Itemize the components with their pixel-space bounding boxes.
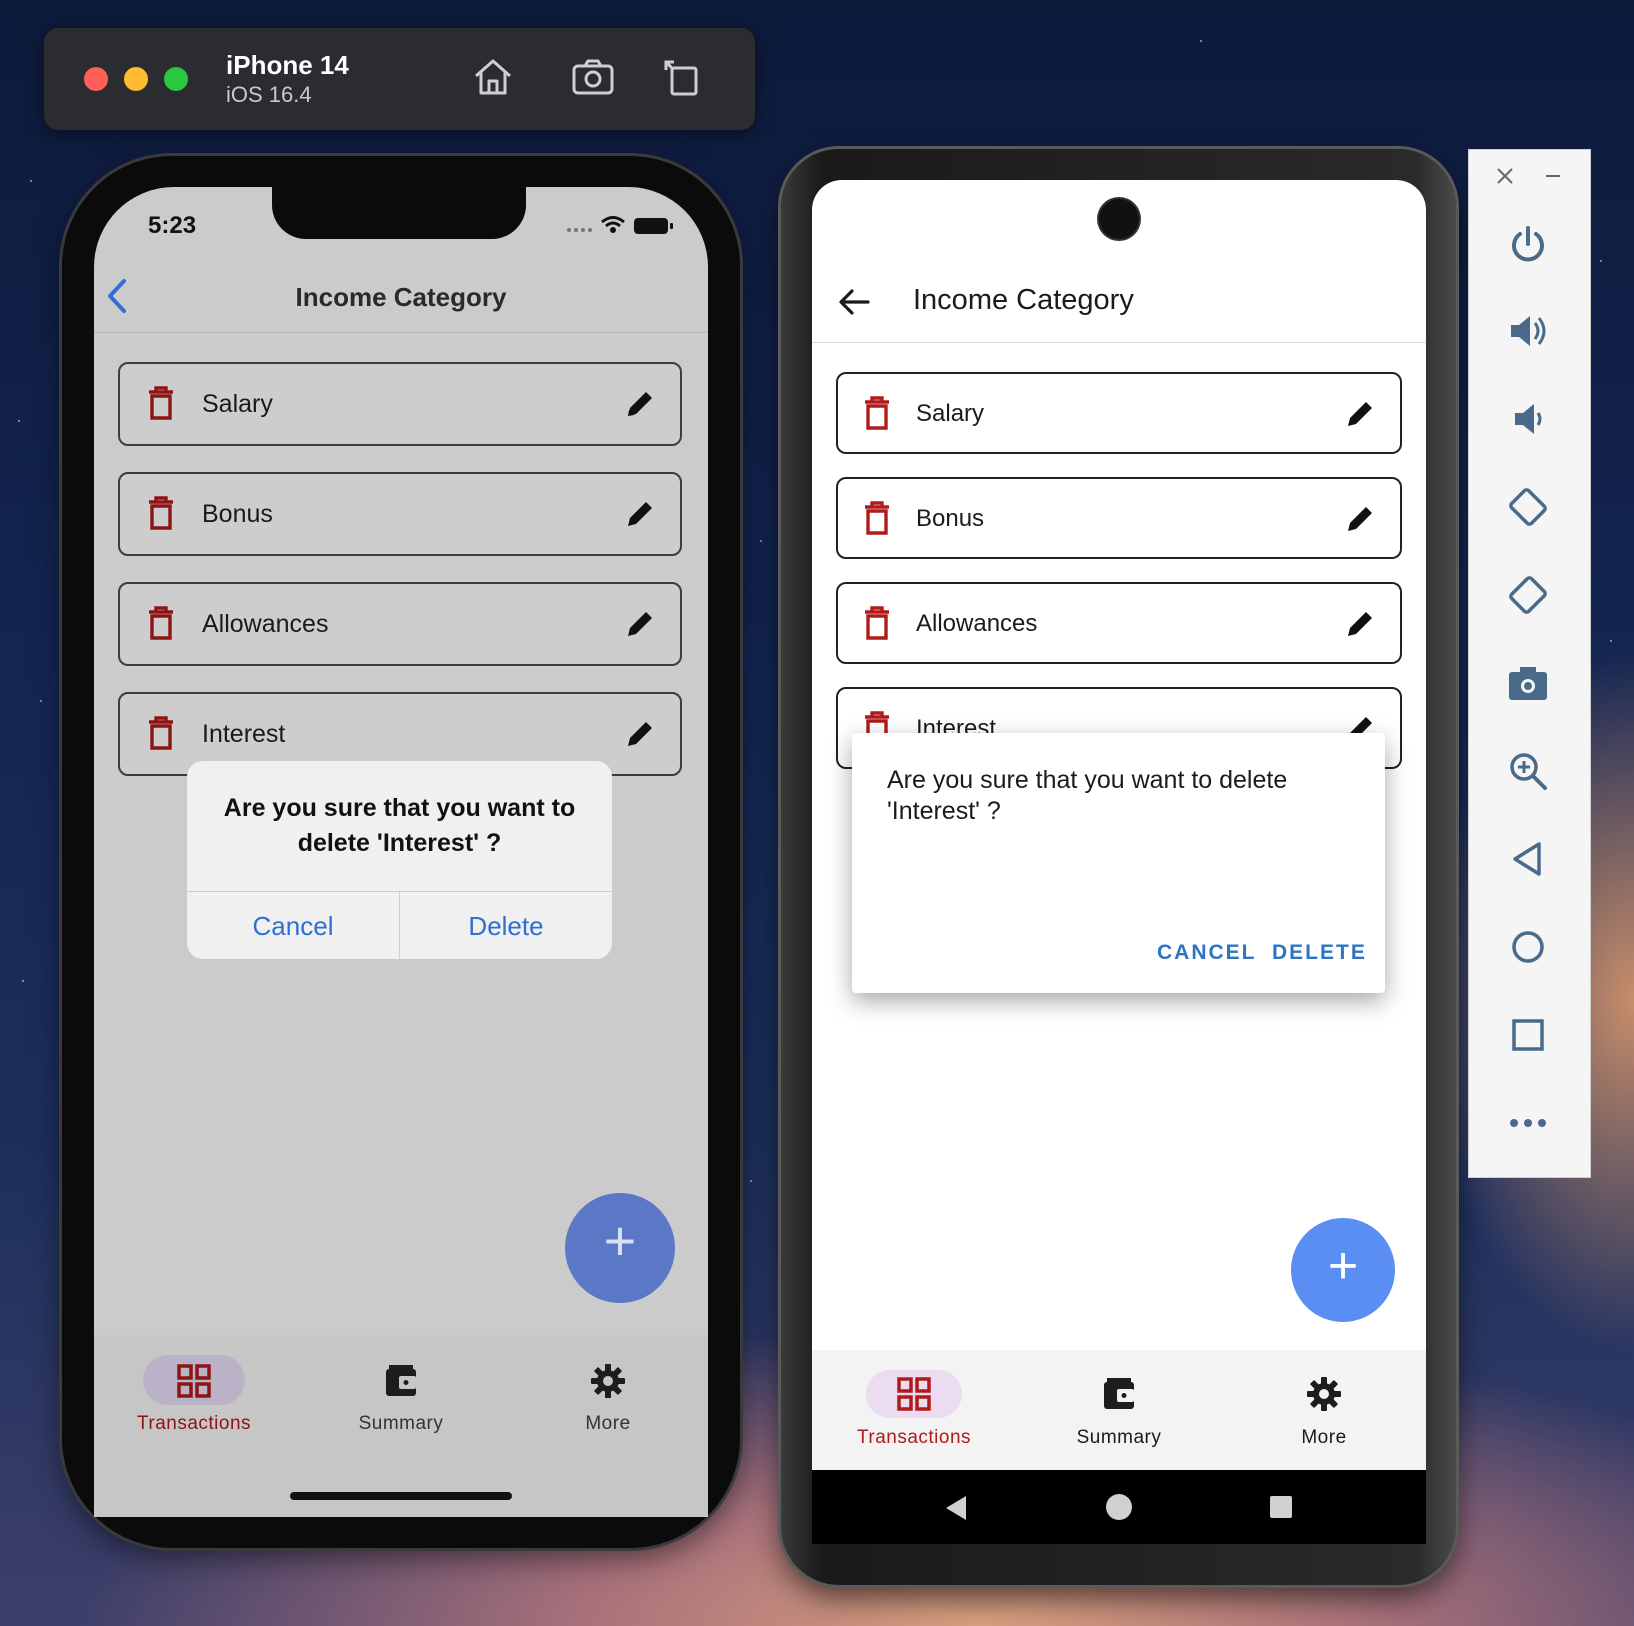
zoom-icon[interactable] — [1505, 748, 1551, 794]
category-label: Allowances — [202, 610, 329, 638]
iphone-notch — [272, 187, 526, 239]
window-zoom-button[interactable] — [164, 67, 188, 91]
page-title: Income Category — [913, 284, 1134, 316]
cancel-button[interactable]: Cancel — [187, 911, 399, 942]
status-icons — [567, 216, 673, 234]
tab-summary[interactable]: Summary — [311, 1335, 491, 1455]
home-icon[interactable] — [1505, 924, 1551, 970]
delete-button[interactable]: DELETE — [1272, 941, 1367, 965]
overview-icon[interactable] — [1268, 1494, 1294, 1520]
trash-icon[interactable] — [148, 496, 174, 530]
delete-dialog: Are you sure that you want to delete 'In… — [852, 733, 1385, 993]
gear-icon — [1307, 1377, 1341, 1411]
close-icon[interactable] — [1495, 166, 1515, 186]
tab-label: Summary — [358, 1413, 444, 1434]
minimize-icon[interactable] — [1543, 166, 1563, 186]
alert-message: Are you sure that you want to delete 'In… — [223, 794, 576, 857]
rotate-icon[interactable] — [660, 54, 706, 100]
screenshot-icon[interactable] — [570, 54, 616, 100]
back-icon[interactable] — [942, 1494, 970, 1522]
tab-summary[interactable]: Summary — [1029, 1350, 1209, 1470]
gear-icon — [591, 1364, 625, 1398]
home-icon[interactable] — [470, 54, 516, 100]
grid-icon — [177, 1364, 211, 1398]
category-label: Bonus — [916, 505, 985, 532]
more-icon[interactable] — [1505, 1100, 1551, 1146]
tab-label: More — [585, 1413, 631, 1434]
trash-icon[interactable] — [148, 386, 174, 420]
delete-button[interactable]: Delete — [400, 911, 612, 942]
edit-icon[interactable] — [624, 608, 656, 640]
wallet-icon — [1104, 1378, 1134, 1409]
bottom-nav: Transactions Summary More — [94, 1335, 708, 1517]
trash-icon[interactable] — [864, 501, 890, 535]
volume-up-icon[interactable] — [1505, 308, 1551, 354]
ios-header: Income Category — [94, 260, 708, 333]
home-icon[interactable] — [1104, 1492, 1134, 1522]
home-indicator[interactable] — [290, 1492, 512, 1500]
back-icon[interactable] — [1505, 836, 1551, 882]
overview-icon[interactable] — [1505, 1012, 1551, 1058]
category-row[interactable]: Bonus — [118, 472, 682, 556]
category-label: Salary — [202, 390, 273, 418]
simulator-toolbar — [44, 28, 755, 130]
window-close-button[interactable] — [84, 67, 108, 91]
android-header: Income Category — [812, 270, 1426, 343]
plus-icon: + — [1327, 1237, 1359, 1295]
trash-icon[interactable] — [148, 606, 174, 640]
trash-icon[interactable] — [864, 606, 890, 640]
category-label: Interest — [202, 720, 286, 748]
edit-icon[interactable] — [1344, 608, 1376, 640]
edit-icon[interactable] — [624, 388, 656, 420]
rotate-right-icon[interactable] — [1505, 572, 1551, 618]
tab-label: Transactions — [136, 1413, 252, 1434]
add-category-button[interactable]: + — [1291, 1218, 1395, 1322]
category-row[interactable]: Salary — [118, 362, 682, 446]
tab-transactions[interactable]: Transactions — [824, 1350, 1004, 1470]
volume-down-icon[interactable] — [1505, 396, 1551, 442]
power-icon[interactable] — [1505, 222, 1551, 268]
add-category-button[interactable]: + — [565, 1193, 675, 1303]
category-label: Allowances — [916, 610, 1038, 637]
category-row[interactable]: Allowances — [118, 582, 682, 666]
front-camera — [1099, 199, 1139, 239]
bottom-nav: Transactions Summary More — [812, 1350, 1426, 1470]
simulator-device-name: iPhone 14 — [226, 50, 349, 80]
edit-icon[interactable] — [1344, 503, 1376, 535]
category-label: Salary — [916, 400, 985, 427]
trash-icon[interactable] — [148, 716, 174, 750]
back-arrow-icon[interactable] — [836, 284, 872, 320]
status-time: 5:23 — [148, 212, 197, 239]
edit-icon[interactable] — [624, 498, 656, 530]
delete-alert: Are you sure that you want to delete 'In… — [187, 761, 612, 959]
tab-label: Transactions — [856, 1427, 972, 1448]
page-title: Income Category — [295, 282, 507, 312]
edit-icon[interactable] — [1344, 398, 1376, 430]
cancel-button[interactable]: CANCEL — [1157, 941, 1257, 965]
tab-label: Summary — [1076, 1427, 1162, 1448]
system-nav-bar — [812, 1470, 1426, 1544]
tab-label: More — [1301, 1427, 1347, 1448]
category-row[interactable]: Bonus — [836, 477, 1402, 559]
wallet-icon — [386, 1365, 416, 1396]
camera-icon[interactable] — [1505, 660, 1551, 706]
window-minimize-button[interactable] — [124, 67, 148, 91]
edit-icon[interactable] — [624, 718, 656, 750]
category-label: Bonus — [202, 500, 273, 528]
tab-more[interactable]: More — [1234, 1350, 1414, 1470]
simulator-os-version: iOS 16.4 — [226, 82, 312, 107]
trash-icon[interactable] — [864, 396, 890, 430]
dialog-message: Are you sure that you want to delete 'In… — [887, 766, 1288, 825]
category-row[interactable]: Salary — [836, 372, 1402, 454]
emulator-toolbar — [1468, 149, 1591, 1178]
grid-icon — [897, 1377, 931, 1411]
plus-icon: + — [603, 1209, 637, 1272]
tab-more[interactable]: More — [518, 1335, 698, 1455]
category-row[interactable]: Allowances — [836, 582, 1402, 664]
rotate-left-icon[interactable] — [1505, 484, 1551, 530]
tab-transactions[interactable]: Transactions — [104, 1335, 284, 1455]
